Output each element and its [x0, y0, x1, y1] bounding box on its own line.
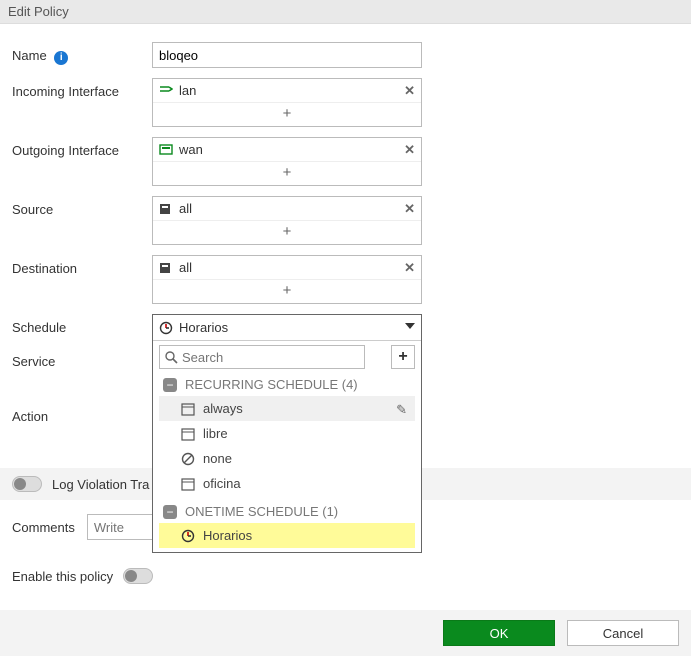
schedule-item-libre[interactable]: libre — [159, 421, 415, 446]
schedule-selected-label: Horarios — [179, 320, 228, 335]
label-incoming: Incoming Interface — [12, 78, 152, 99]
schedule-dropdown-body: + − RECURRING SCHEDULE (4) always ✎ — [153, 340, 421, 552]
label-comments: Comments — [12, 520, 75, 535]
destination-chip[interactable]: all ✕ — [153, 256, 421, 279]
schedule-group-label: ONETIME SCHEDULE (1) — [185, 504, 338, 519]
search-icon — [164, 350, 178, 364]
destination-add[interactable]: + — [153, 279, 421, 303]
outgoing-value: wan — [179, 142, 203, 157]
row-outgoing: Outgoing Interface wan ✕ + — [12, 137, 679, 186]
schedule-group-label: RECURRING SCHEDULE (4) — [185, 377, 358, 392]
clock-icon — [159, 321, 173, 335]
info-icon[interactable]: i — [54, 51, 68, 65]
row-source: Source all ✕ + — [12, 196, 679, 245]
schedule-item-horarios[interactable]: Horarios — [159, 523, 415, 548]
incoming-add[interactable]: + — [153, 102, 421, 126]
remove-icon[interactable]: ✕ — [404, 201, 415, 217]
window-title: Edit Policy — [0, 0, 691, 24]
schedule-group-onetime[interactable]: − ONETIME SCHEDULE (1) — [159, 496, 415, 523]
label-enable: Enable this policy — [12, 569, 113, 584]
source-box[interactable]: all ✕ + — [152, 196, 422, 245]
log-violation-label: Log Violation Tra — [52, 477, 149, 492]
row-schedule: Schedule Horarios — [12, 314, 679, 342]
schedule-group-recurring[interactable]: − RECURRING SCHEDULE (4) — [159, 369, 415, 396]
name-input[interactable] — [152, 42, 422, 68]
enable-policy-toggle[interactable] — [123, 568, 153, 584]
outgoing-box[interactable]: wan ✕ + — [152, 137, 422, 186]
remove-icon[interactable]: ✕ — [404, 83, 415, 99]
label-service: Service — [12, 348, 152, 369]
row-name: Name i — [12, 42, 679, 68]
incoming-box[interactable]: lan ✕ + — [152, 78, 422, 127]
incoming-chip[interactable]: lan ✕ — [153, 79, 421, 102]
ban-icon — [181, 452, 195, 466]
label-source: Source — [12, 196, 152, 217]
label-outgoing: Outgoing Interface — [12, 137, 152, 158]
lan-icon — [159, 84, 173, 98]
collapse-icon[interactable]: − — [163, 505, 177, 519]
address-icon — [159, 261, 173, 275]
row-destination: Destination all ✕ + — [12, 255, 679, 304]
form-body: Name i Incoming Interface lan ✕ + Outgo — [0, 24, 691, 442]
schedule-add-button[interactable]: + — [391, 345, 415, 369]
outgoing-add[interactable]: + — [153, 161, 421, 185]
row-enable: Enable this policy — [0, 548, 691, 592]
label-name: Name i — [12, 42, 152, 65]
remove-icon[interactable]: ✕ — [404, 142, 415, 158]
calendar-icon — [181, 477, 195, 491]
wan-icon — [159, 143, 173, 157]
label-destination: Destination — [12, 255, 152, 276]
label-action: Action — [12, 403, 152, 424]
source-value: all — [179, 201, 192, 216]
cancel-button[interactable]: Cancel — [567, 620, 679, 646]
calendar-icon — [181, 402, 195, 416]
collapse-icon[interactable]: − — [163, 378, 177, 392]
calendar-icon — [181, 427, 195, 441]
schedule-item-always[interactable]: always ✎ — [159, 396, 415, 421]
destination-value: all — [179, 260, 192, 275]
chevron-down-icon — [405, 323, 415, 329]
source-add[interactable]: + — [153, 220, 421, 244]
schedule-item-oficina[interactable]: oficina — [159, 471, 415, 496]
outgoing-chip[interactable]: wan ✕ — [153, 138, 421, 161]
edit-icon[interactable]: ✎ — [396, 402, 407, 418]
schedule-selected[interactable]: Horarios — [153, 315, 421, 340]
log-violation-toggle[interactable] — [12, 476, 42, 492]
schedule-item-none[interactable]: none — [159, 446, 415, 471]
address-icon — [159, 202, 173, 216]
schedule-dropdown[interactable]: Horarios + − — [152, 314, 422, 553]
destination-box[interactable]: all ✕ + — [152, 255, 422, 304]
incoming-value: lan — [179, 83, 196, 98]
clock-icon — [181, 529, 195, 543]
ok-button[interactable]: OK — [443, 620, 555, 646]
source-chip[interactable]: all ✕ — [153, 197, 421, 220]
schedule-search-input[interactable] — [159, 345, 365, 369]
remove-icon[interactable]: ✕ — [404, 260, 415, 276]
label-schedule: Schedule — [12, 314, 152, 335]
row-incoming: Incoming Interface lan ✕ + — [12, 78, 679, 127]
footer: OK Cancel — [0, 610, 691, 656]
title-text: Edit Policy — [8, 4, 69, 19]
